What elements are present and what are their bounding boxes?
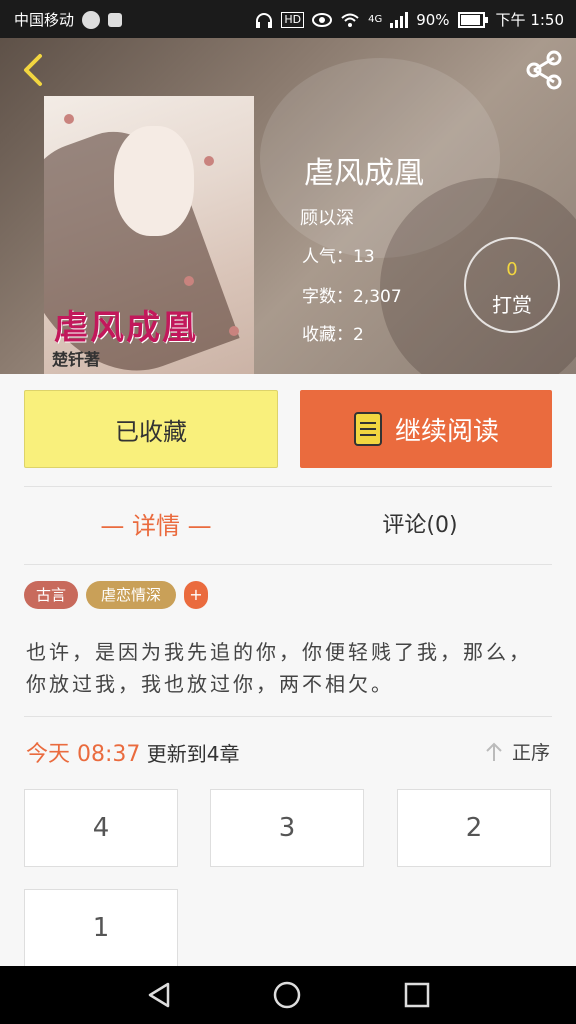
book-title: 虐风成凰 (304, 156, 424, 191)
back-icon[interactable] (14, 50, 54, 90)
chapter-cell[interactable]: 1 (24, 889, 178, 967)
update-time: 今天 08:37 (26, 742, 141, 767)
system-nav-bar (0, 966, 576, 1024)
book-synopsis: 也许，是因为我先追的你，你便轻贱了我，那么，你放过我，我也放过你，两不相欠。 (26, 640, 532, 696)
divider (24, 716, 552, 717)
app-notification-icon (108, 12, 123, 27)
sort-label: 正序 (511, 742, 550, 764)
headphones-icon (256, 12, 273, 28)
divider (24, 564, 552, 565)
cover-blossom (184, 276, 194, 286)
carrier-label: 中国移动 (14, 11, 75, 29)
wifi-icon (341, 13, 359, 27)
book-cover: 虐风成凰 楚钎著 (44, 96, 254, 374)
tag-chip[interactable]: 虐恋情深 (86, 581, 176, 609)
battery-icon (457, 11, 488, 28)
continue-reading-button[interactable]: 继续阅读 (300, 390, 552, 468)
nav-recent-icon[interactable] (402, 980, 432, 1010)
reward-button[interactable]: 0 打赏 (464, 237, 560, 333)
book-header: 虐风成凰 楚钎著 虐风成凰 顾以深 人气：13 字数：2,307 收藏：2 0 … (0, 38, 576, 374)
cover-blossom (204, 156, 214, 166)
arrow-up-icon (486, 742, 502, 761)
reward-count: 0 (506, 259, 518, 280)
chapter-cell[interactable]: 2 (397, 789, 551, 867)
tag-chip[interactable]: 古言 (24, 581, 78, 609)
book-icon (353, 412, 382, 446)
update-info: 今天 08:37 更新到4章 (26, 736, 240, 768)
cover-blossom (229, 326, 239, 336)
status-bar: 中国移动 HD 4G 90% 下午 1:50 (0, 0, 576, 38)
battery-percent: 90% (416, 10, 450, 29)
share-icon[interactable] (522, 48, 566, 92)
chapter-cell[interactable]: 3 (210, 789, 364, 867)
cover-title: 虐风成凰 (54, 308, 198, 348)
popularity-stat: 人气：13 (302, 247, 375, 267)
tab-comments[interactable]: 评论(0) (288, 504, 552, 548)
signal-icon (390, 11, 409, 28)
clock: 下午 1:50 (495, 11, 564, 29)
cover-author: 楚钎著 (52, 350, 101, 369)
update-text: 更新到4章 (140, 742, 240, 766)
cover-figure-face (114, 126, 194, 236)
chapter-cell[interactable]: 4 (24, 789, 178, 867)
continue-reading-label: 继续阅读 (394, 416, 499, 447)
favorites-stat: 收藏：2 (302, 325, 364, 345)
sort-toggle[interactable]: 正序 (484, 738, 550, 765)
nav-home-icon[interactable] (272, 980, 302, 1010)
tab-detail[interactable]: — 详情 — (24, 504, 288, 548)
network-type-label: 4G (368, 14, 383, 25)
favorite-button-label: 已收藏 (115, 417, 187, 446)
book-author[interactable]: 顾以深 (300, 204, 354, 230)
nav-back-icon[interactable] (144, 980, 174, 1010)
cover-blossom (64, 114, 74, 124)
eye-icon (312, 12, 333, 27)
reward-label: 打赏 (492, 293, 532, 317)
favorite-button[interactable]: 已收藏 (24, 390, 278, 468)
globe-icon (82, 10, 101, 29)
word-count-stat: 字数：2,307 (302, 287, 402, 307)
divider (24, 486, 552, 487)
add-tag-button[interactable]: + (184, 581, 208, 609)
hd-badge: HD (281, 11, 305, 28)
